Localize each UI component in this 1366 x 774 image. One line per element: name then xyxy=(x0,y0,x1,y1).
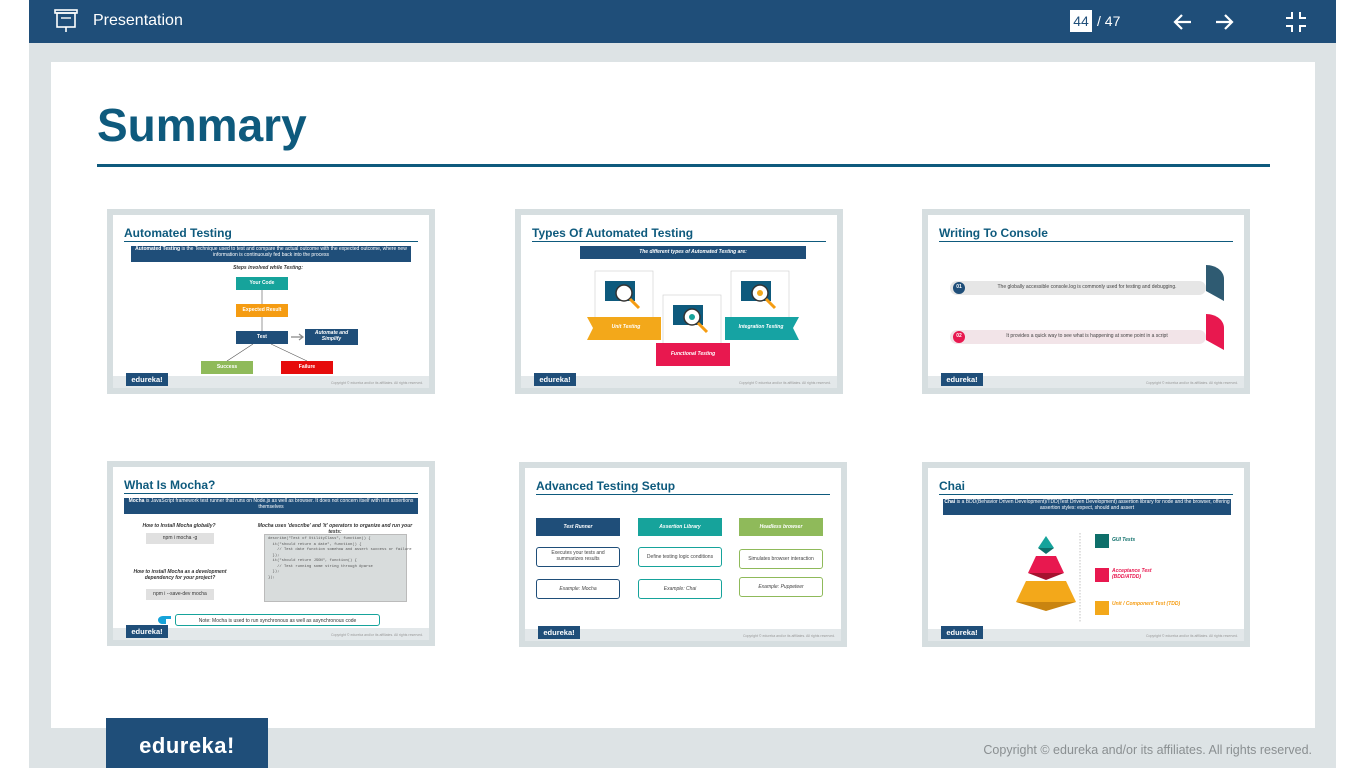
test-runner-example: Example: Mocha xyxy=(536,579,620,599)
toolbar: Presentation 44 / 47 xyxy=(29,0,1336,43)
thumb-logo: edureka! xyxy=(126,625,168,638)
console-item: It provides a quick way to see what is h… xyxy=(1006,333,1168,339)
item-number: 02 xyxy=(956,333,962,339)
testing-illustrations xyxy=(587,270,799,366)
thumbnail-automated-testing[interactable]: Automated Testing Automated Testing is t… xyxy=(107,209,435,394)
thumb-logo: edureka! xyxy=(126,373,168,386)
pointing-hand-icon xyxy=(158,616,171,624)
exit-fullscreen-icon[interactable] xyxy=(1285,11,1307,33)
pyramid-label: GUI Tests xyxy=(1112,537,1136,543)
headless-browser-example: Example: Puppeteer xyxy=(739,577,823,597)
code-line: }); xyxy=(268,575,275,580)
console-ribbons xyxy=(950,265,1224,350)
install-command: npm i mocha -g xyxy=(146,533,214,544)
code-line: // Test date function somehow and assert… xyxy=(268,548,412,552)
pyramid-label: Unit / Component Test (TDD) xyxy=(1112,601,1181,607)
install-question: How to install Mocha as a development de… xyxy=(133,569,227,581)
intro-banner: Mocha is JavaScript framework test runne… xyxy=(124,498,418,514)
slide: Summary Automated Testing Automated Test… xyxy=(51,62,1315,728)
test-runner-desc: Executes your tests and summarizes resul… xyxy=(536,547,620,567)
thumb-logo: edureka! xyxy=(538,626,580,639)
presentation-icon xyxy=(54,9,78,32)
assertion-library-example: Example: Chai xyxy=(638,579,722,599)
thumb-logo: edureka! xyxy=(534,373,576,386)
test-runner-header: Test Runner xyxy=(536,518,620,536)
thumbnail-chai[interactable]: Chai Chai is a BDD(Behavior Driven Devel… xyxy=(922,462,1250,647)
integration-testing-label: Integration Testing xyxy=(738,324,784,330)
install-question: How to Install Mocha globally? xyxy=(142,523,216,529)
title-underline xyxy=(97,164,1270,167)
thumbnail-advanced-testing-setup[interactable]: Advanced Testing Setup Test Runner Asser… xyxy=(519,462,847,647)
slide-title: Summary xyxy=(97,99,307,151)
thumb-title: What Is Mocha? xyxy=(124,478,216,492)
assertion-library-desc: Define testing logic conditions xyxy=(638,547,722,567)
thumb-logo: edureka! xyxy=(941,373,983,386)
previous-arrow-icon[interactable] xyxy=(1172,11,1194,33)
next-arrow-icon[interactable] xyxy=(1213,11,1235,33)
pyramid-label: Acceptance Test (BDD/ATDD) xyxy=(1112,568,1152,580)
unit-testing-label: Unit Testing xyxy=(611,324,641,330)
mocha-note: Note: Mocha is used to run synchronous a… xyxy=(175,614,380,626)
page-total: / 47 xyxy=(1097,13,1121,29)
edureka-logo: edureka! xyxy=(106,718,268,768)
thumbnail-writing-to-console[interactable]: Writing To Console 01 The globally acces… xyxy=(922,209,1250,394)
install-command: npm i --save-dev mocha xyxy=(146,589,214,600)
thumbnail-what-is-mocha[interactable]: What Is Mocha? Mocha is JavaScript frame… xyxy=(107,461,435,646)
viewer-frame: Presentation 44 / 47 Summary Automated T… xyxy=(29,0,1336,768)
testing-pyramid xyxy=(1016,533,1109,623)
assertion-library-header: Assertion Library xyxy=(638,518,722,536)
functional-testing-label: Functional Testing xyxy=(670,351,716,357)
thumb-logo: edureka! xyxy=(941,626,983,639)
page-number-input[interactable]: 44 xyxy=(1070,10,1092,32)
copyright-text: Copyright © edureka and/or its affiliate… xyxy=(983,743,1312,757)
thumbnail-types-of-automated-testing[interactable]: Types Of Automated Testing The different… xyxy=(515,209,843,394)
flow-arrows xyxy=(226,290,308,362)
item-number: 01 xyxy=(956,284,962,290)
headless-browser-desc: Simulates browser interaction xyxy=(739,549,823,569)
console-item: The globally accessible console.log is c… xyxy=(997,284,1177,290)
thumb-title: Advanced Testing Setup xyxy=(536,479,676,493)
code-block: describe("Test of UtilityClass", functio… xyxy=(264,534,412,602)
headless-browser-header: Headless browser xyxy=(739,518,823,536)
toolbar-title: Presentation xyxy=(93,12,183,29)
